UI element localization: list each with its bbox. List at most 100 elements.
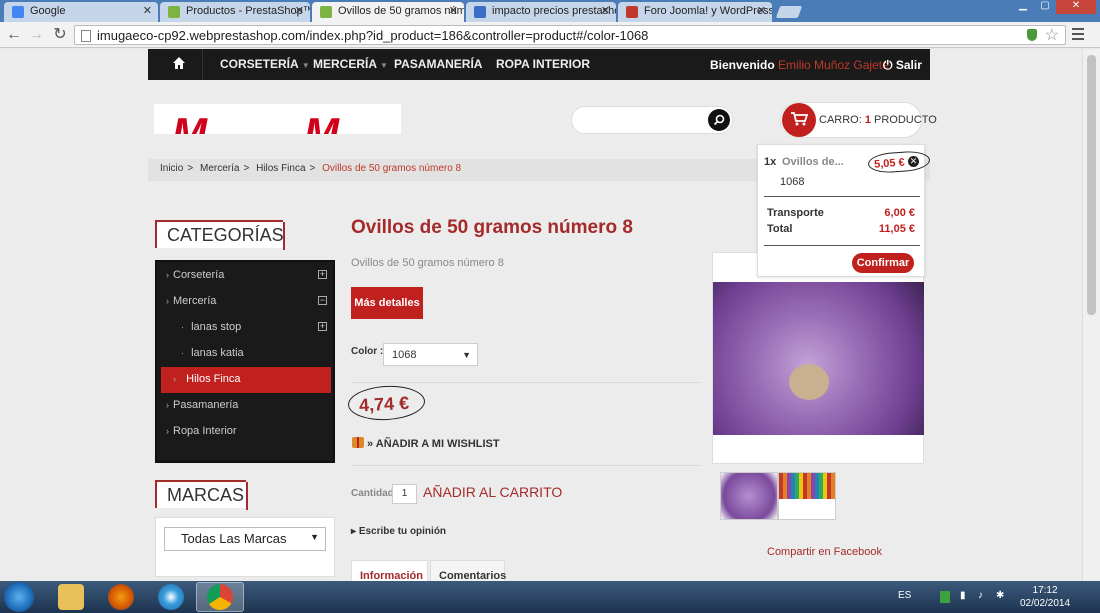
bookmark-star-icon[interactable]: ☆ xyxy=(1045,25,1059,45)
color-select[interactable]: 1068 ▼ xyxy=(383,343,478,366)
share-facebook-link[interactable]: Compartir en Facebook xyxy=(767,546,882,558)
category-label: Ropa Interior xyxy=(173,425,237,437)
chevron-right-icon: › xyxy=(166,270,169,280)
add-to-wishlist-link[interactable]: » AÑADIR A MI WISHLIST xyxy=(352,437,500,450)
cart-item-attribute: 1068 xyxy=(780,176,805,188)
category-item-merceria[interactable]: › Mercería − xyxy=(161,289,331,315)
color-label: Color : xyxy=(351,346,384,357)
breadcrumb-link[interactable]: Hilos Finca xyxy=(256,163,305,174)
file-explorer-icon[interactable] xyxy=(58,584,84,610)
close-tab-icon[interactable]: ✕ xyxy=(449,4,458,17)
nav-item-pasamaneria[interactable]: PASAMANERÍA xyxy=(394,57,482,71)
product-subtitle: Ovillos de 50 gramos número 8 xyxy=(351,257,504,269)
new-tab-button[interactable] xyxy=(775,6,803,18)
breadcrumb-separator: > xyxy=(187,163,194,174)
cart-count: 1 xyxy=(864,114,871,126)
firefox-icon[interactable] xyxy=(108,584,134,610)
breadcrumb-link[interactable]: Mercería xyxy=(200,163,239,174)
signal-icon[interactable]: ▮ xyxy=(960,590,966,601)
close-tab-icon[interactable]: ✕ xyxy=(143,4,152,17)
system-clock[interactable]: 17:12 02/02/2014 xyxy=(1020,584,1070,610)
product-image[interactable] xyxy=(713,282,924,435)
add-to-cart-button[interactable]: AÑADIR AL CARRITO xyxy=(423,484,562,500)
minimize-icon[interactable]: ▁ xyxy=(1012,0,1034,14)
nav-label: PASAMANERÍA xyxy=(394,57,483,71)
back-arrow-icon[interactable]: ← xyxy=(4,25,24,45)
chevron-down-icon: ▼ xyxy=(301,61,310,70)
home-icon[interactable] xyxy=(172,56,186,70)
quantity-input[interactable]: 1 xyxy=(392,484,417,504)
chrome-taskbar-button[interactable] xyxy=(196,582,244,612)
network-status-icon[interactable] xyxy=(940,591,950,603)
scrollbar-thumb[interactable] xyxy=(1087,55,1096,315)
clock-time: 17:12 xyxy=(1032,585,1058,596)
logo-mark-left: M xyxy=(172,109,207,135)
logout-link[interactable]: ⏻ Salir xyxy=(883,58,922,73)
breadcrumb-separator: > xyxy=(309,163,316,174)
browser-tab-impacto[interactable]: impacto precios prestasho ✕ xyxy=(466,2,616,22)
category-label: Hilos Finca xyxy=(186,373,241,385)
page-scrollbar[interactable] xyxy=(1082,49,1100,581)
cart-total-row: Total 11,05 € xyxy=(767,223,915,235)
language-indicator[interactable]: ES xyxy=(898,590,911,601)
expand-plus-icon[interactable]: + xyxy=(318,322,327,331)
browser-tab-foro[interactable]: Foro Joomla! y WordPress ✕ xyxy=(618,2,772,22)
categories-menu: › Corsetería + › Mercería − · lanas stop + · … xyxy=(155,260,335,463)
write-review-link[interactable]: ▸ Escribe tu opinión xyxy=(351,526,446,537)
close-tab-icon[interactable]: ✕ xyxy=(757,4,766,17)
confirm-cart-button[interactable]: Confirmar xyxy=(852,253,914,273)
divider xyxy=(764,245,920,246)
close-window-icon[interactable]: ✕ xyxy=(1056,0,1096,14)
shipping-value: 6,00 € xyxy=(884,207,915,219)
thumbnail-image[interactable] xyxy=(778,472,836,520)
tab-comentarios[interactable]: Comentarios xyxy=(430,560,506,581)
user-name-link[interactable]: Emilio Muñoz Gajete xyxy=(778,58,889,72)
welcome-label: Bienvenido xyxy=(710,58,775,72)
category-item-ropa-interior[interactable]: › Ropa Interior xyxy=(161,419,331,445)
category-item-lanas-stop[interactable]: · lanas stop + xyxy=(161,315,331,341)
address-bar[interactable]: imugaeco-cp92.webprestashop.com/index.ph… xyxy=(74,25,1066,45)
reload-icon[interactable]: ↻ xyxy=(50,25,70,45)
tab-label: Google xyxy=(30,5,66,17)
cart-button[interactable]: CARRO: 1 PRODUCTO xyxy=(780,102,937,138)
search-button[interactable] xyxy=(708,109,730,131)
internet-explorer-icon[interactable] xyxy=(158,584,184,610)
category-item-corseteria[interactable]: › Corsetería + xyxy=(161,263,331,289)
nav-item-corseteria[interactable]: CORSETERÍA ▼ xyxy=(220,57,310,71)
prestashop-favicon-icon xyxy=(168,6,180,18)
brands-select-value: Todas Las Marcas xyxy=(181,531,287,546)
category-item-hilos-finca[interactable]: › Hilos Finca xyxy=(161,367,331,393)
browser-tab-product[interactable]: Ovillos de 50 gramos núm ✕ xyxy=(312,2,464,22)
search-input[interactable] xyxy=(571,106,733,134)
site-logo[interactable]: M M xyxy=(154,104,401,134)
maximize-icon[interactable]: ▢ xyxy=(1034,0,1056,14)
cart-unit: PRODUCTO xyxy=(874,114,937,126)
close-tab-icon[interactable]: ✕ xyxy=(295,4,304,17)
extension-shield-icon[interactable] xyxy=(1027,29,1037,41)
shipping-label: Transporte xyxy=(767,207,824,219)
nav-item-merceria[interactable]: MERCERÍA ▼ xyxy=(313,57,388,71)
remove-item-icon[interactable]: ✕ xyxy=(908,156,919,167)
breadcrumb-separator: > xyxy=(243,163,250,174)
category-item-lanas-katia[interactable]: · lanas katia xyxy=(161,341,331,367)
tab-informacion[interactable]: Información xyxy=(351,560,428,581)
quantity-label: Cantidad xyxy=(351,488,394,499)
forward-arrow-icon[interactable]: → xyxy=(26,25,46,45)
close-tab-icon[interactable]: ✕ xyxy=(601,4,610,17)
collapse-minus-icon[interactable]: − xyxy=(318,296,327,305)
bullet-dot-icon: · xyxy=(181,322,184,332)
browser-menu-icon[interactable] xyxy=(1072,28,1084,40)
browser-tab-prestashop[interactable]: Productos - PrestaShop™ ✕ xyxy=(160,2,310,22)
thumbnail-image[interactable] xyxy=(720,472,778,520)
nav-item-ropa-interior[interactable]: ROPA INTERIOR xyxy=(496,57,590,71)
bluetooth-icon[interactable]: ✱ xyxy=(996,590,1004,601)
more-details-button[interactable]: Más detalles xyxy=(351,287,423,319)
start-button[interactable] xyxy=(4,582,34,612)
breadcrumb-link[interactable]: Inicio xyxy=(160,163,183,174)
expand-plus-icon[interactable]: + xyxy=(318,270,327,279)
volume-icon[interactable]: ♪ xyxy=(978,590,983,601)
cart-item-name[interactable]: Ovillos de... xyxy=(782,156,844,168)
category-item-pasamaneria[interactable]: › Pasamanería xyxy=(161,393,331,419)
brands-select[interactable]: Todas Las Marcas ▼ xyxy=(164,527,326,551)
browser-tab-google[interactable]: Google ✕ xyxy=(4,2,158,22)
